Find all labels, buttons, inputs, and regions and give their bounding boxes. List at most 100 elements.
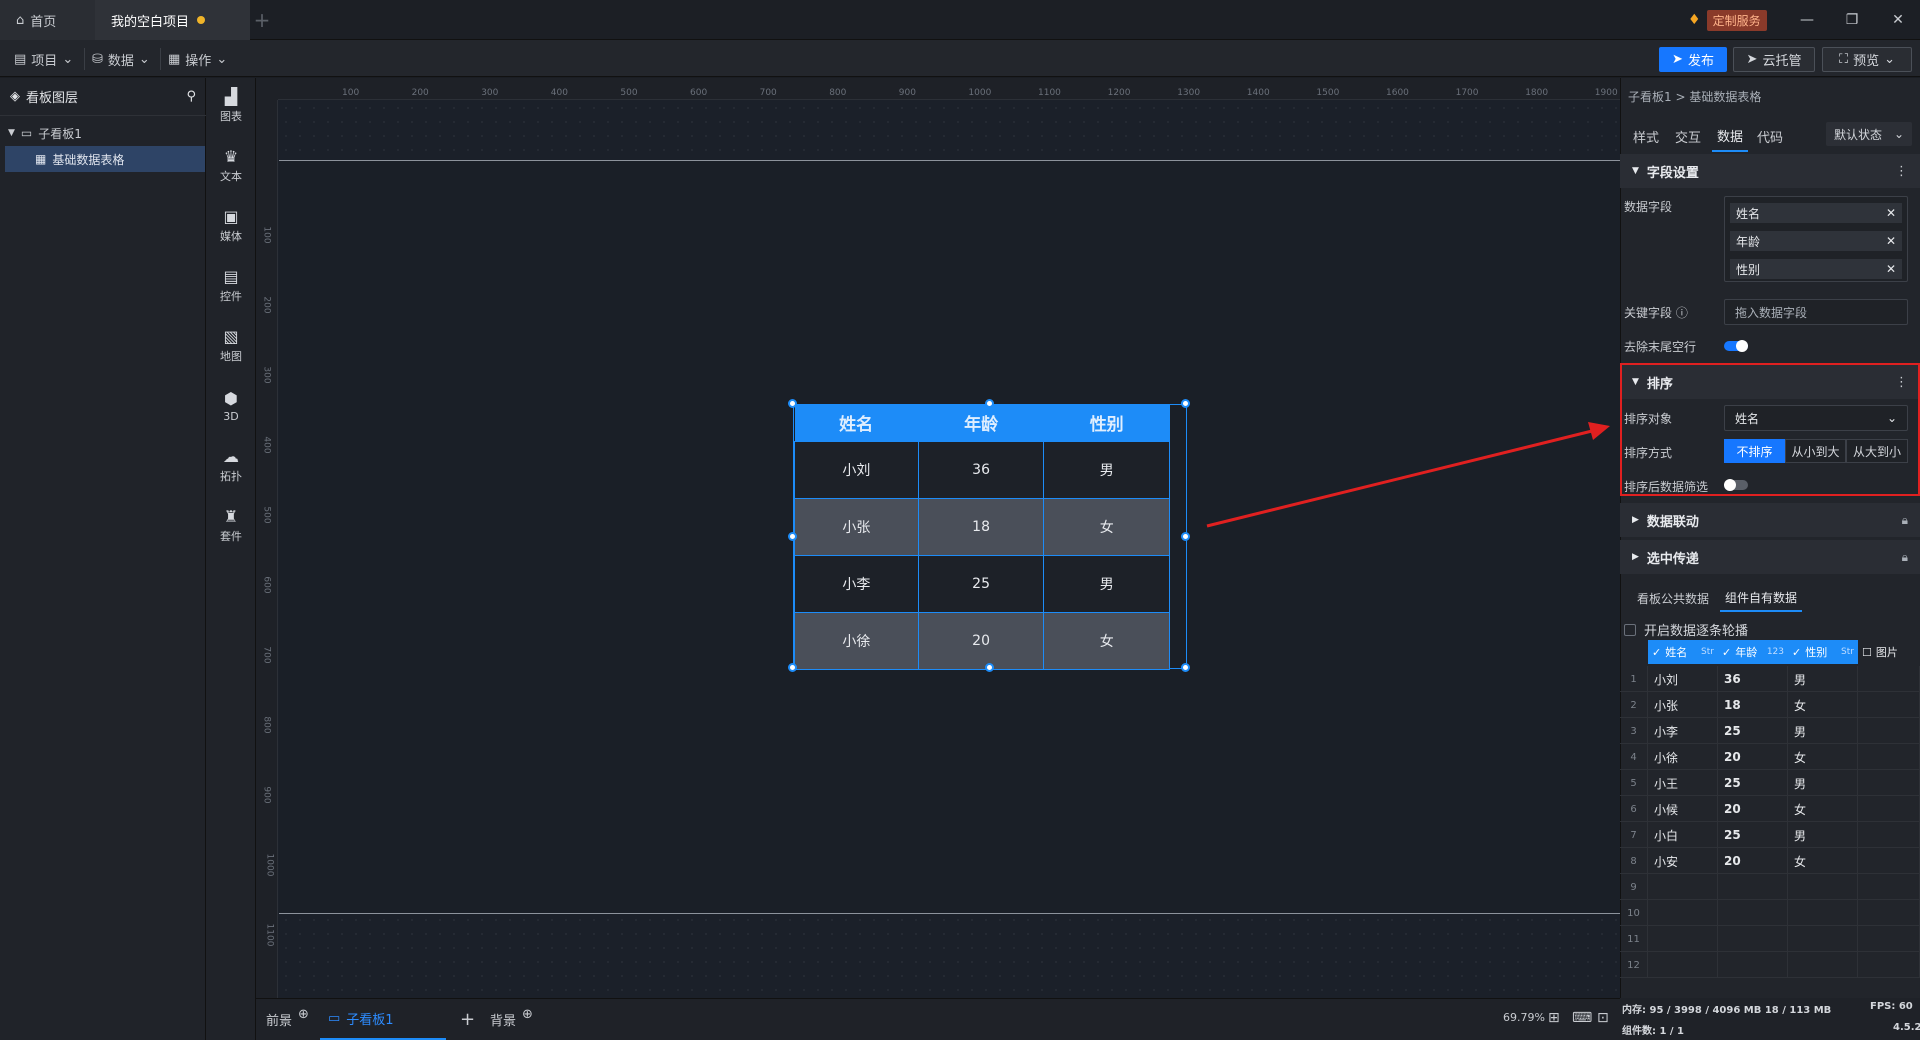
publish-button[interactable]: ➤ 发布	[1659, 47, 1727, 72]
grid-cell[interactable]	[1858, 926, 1920, 952]
add-board-icon[interactable]: +	[452, 998, 483, 1040]
remove-icon[interactable]: ✕	[1886, 262, 1896, 276]
grid-row[interactable]: 2 小张 18 女	[1620, 692, 1920, 718]
trim-tail-toggle[interactable]	[1724, 340, 1748, 352]
close-icon[interactable]: ✕	[1886, 8, 1910, 32]
add-circle-icon[interactable]: ⊕	[298, 1007, 309, 1022]
field-chip[interactable]: 姓名 ✕	[1730, 203, 1902, 223]
tab-foreground[interactable]: 前景 ⊕	[258, 998, 317, 1040]
grid-cell[interactable]	[1648, 926, 1718, 952]
grid-cell[interactable]	[1858, 770, 1920, 796]
check-icon[interactable]: ✓	[1792, 646, 1801, 659]
grid-column-header[interactable]: ✓ 年龄 123	[1718, 640, 1788, 664]
menu-data[interactable]: ⛁ 数据 ⌄	[92, 49, 150, 69]
grid-cell[interactable]: 男	[1788, 822, 1858, 848]
layer-item-board[interactable]: ▼ ▭ 子看板1	[0, 120, 206, 146]
terminal-icon[interactable]: ⊡	[1597, 1010, 1609, 1026]
tab-interaction[interactable]: 交互	[1670, 120, 1706, 152]
grid-row[interactable]: 3 小李 25 男	[1620, 718, 1920, 744]
grid-cell[interactable]: 25	[1718, 822, 1788, 848]
grid-cell[interactable]	[1648, 874, 1718, 900]
tab-own-data[interactable]: 组件自有数据	[1720, 584, 1802, 612]
grid-cell[interactable]: 女	[1788, 848, 1858, 874]
grid-cell[interactable]: 男	[1788, 770, 1858, 796]
cloud-hosting-button[interactable]: ➤ 云托管	[1733, 47, 1815, 72]
resize-handle[interactable]	[1181, 399, 1190, 408]
grid-row[interactable]: 7 小白 25 男	[1620, 822, 1920, 848]
grid-cell[interactable]: 小白	[1648, 822, 1718, 848]
grid-column-header[interactable]: ✓ 姓名 Str	[1648, 640, 1718, 664]
grid-cell[interactable]: 小李	[1648, 718, 1718, 744]
check-icon[interactable]: ✓	[1652, 646, 1661, 659]
table-row[interactable]: 小张 18 女	[794, 497, 1170, 556]
grid-cell[interactable]: 小候	[1648, 796, 1718, 822]
rail-item[interactable]: ▧ 地图	[206, 320, 256, 372]
grid-row[interactable]: 6 小候 20 女	[1620, 796, 1920, 822]
rail-item[interactable]: ♜ 套件	[206, 500, 256, 552]
grid-row[interactable]: 5 小王 25 男	[1620, 770, 1920, 796]
linkage-header[interactable]: ▶ 数据联动 🔒︎	[1620, 503, 1920, 537]
resize-handle[interactable]	[788, 532, 797, 541]
zoom-level[interactable]: 69.79%	[1503, 1011, 1545, 1024]
rail-item[interactable]: ♛ 文本	[206, 140, 256, 192]
tab-background[interactable]: 背景 ⊕	[482, 998, 541, 1040]
grid-row[interactable]: 1 小刘 36 男	[1620, 666, 1920, 692]
grid-cell[interactable]	[1858, 900, 1920, 926]
carousel-option[interactable]: 开启数据逐条轮播	[1624, 620, 1748, 639]
grid-row[interactable]: 12	[1620, 952, 1920, 978]
grid-cell[interactable]	[1648, 952, 1718, 978]
tab-code[interactable]: 代码	[1752, 120, 1788, 152]
grid-cell[interactable]: 小王	[1648, 770, 1718, 796]
more-icon[interactable]: ⋮	[1895, 164, 1908, 179]
preview-button[interactable]: ⛶ 预览 ⌄	[1822, 47, 1912, 72]
resize-handle[interactable]	[985, 399, 994, 408]
grid-row[interactable]: 4 小徐 20 女	[1620, 744, 1920, 770]
grid-cell[interactable]: 18	[1718, 692, 1788, 718]
grid-cell[interactable]: 女	[1788, 744, 1858, 770]
rail-item[interactable]: ▟ 图表	[206, 80, 256, 132]
resize-handle[interactable]	[985, 663, 994, 672]
field-chip[interactable]: 性别 ✕	[1730, 259, 1902, 279]
grid-cell[interactable]	[1858, 718, 1920, 744]
grid-cell[interactable]: 男	[1788, 718, 1858, 744]
tab-project[interactable]: 我的空白项目	[95, 0, 250, 40]
basic-data-table-widget[interactable]: 姓名 年龄 性别 小刘 36 男小张 18 女小李 25 男小徐 20 女	[788, 399, 1190, 672]
grid-cell[interactable]: 女	[1788, 692, 1858, 718]
grid-row[interactable]: 8 小安 20 女	[1620, 848, 1920, 874]
grid-cell[interactable]	[1858, 952, 1920, 978]
grid-cell[interactable]	[1788, 926, 1858, 952]
grid-cell[interactable]	[1788, 874, 1858, 900]
grid-row[interactable]: 9	[1620, 874, 1920, 900]
tab-home[interactable]: ⌂ 首页	[0, 0, 95, 40]
custom-service-button[interactable]: ♦ 定制服务	[1688, 9, 1767, 31]
tab-public-data[interactable]: 看板公共数据	[1632, 584, 1714, 612]
layer-item-table[interactable]: ▦ 基础数据表格	[5, 146, 205, 172]
grid-cell[interactable]: 20	[1718, 848, 1788, 874]
grid-cell[interactable]	[1858, 874, 1920, 900]
resize-handle[interactable]	[788, 399, 797, 408]
keyboard-icon[interactable]: ⌨	[1572, 1010, 1592, 1026]
grid-cell[interactable]	[1858, 666, 1920, 692]
rail-item[interactable]: ⬢ 3D	[206, 380, 256, 432]
help-icon[interactable]: ⓘ	[1676, 306, 1688, 320]
table-row[interactable]: 小刘 36 男	[794, 440, 1170, 499]
remove-icon[interactable]: ✕	[1886, 234, 1896, 248]
grid-cell[interactable]: 20	[1718, 744, 1788, 770]
grid-cell[interactable]	[1718, 952, 1788, 978]
rail-item[interactable]: ☁ 拓扑	[206, 440, 256, 492]
table-row[interactable]: 小徐 20 女	[794, 611, 1170, 670]
checkbox[interactable]	[1624, 623, 1636, 636]
grid-cell[interactable]	[1858, 796, 1920, 822]
grid-cell[interactable]	[1858, 692, 1920, 718]
grid-cell[interactable]	[1788, 952, 1858, 978]
grid-cell[interactable]	[1858, 848, 1920, 874]
grid-cell[interactable]: 25	[1718, 770, 1788, 796]
check-icon[interactable]: ✓	[1722, 646, 1731, 659]
grid-cell[interactable]	[1648, 900, 1718, 926]
resize-handle[interactable]	[788, 663, 797, 672]
resize-handle[interactable]	[1181, 663, 1190, 672]
menu-project[interactable]: ▤ 项目 ⌄	[14, 49, 73, 69]
grid-cell[interactable]	[1718, 926, 1788, 952]
fit-screen-icon[interactable]: ⊞	[1548, 1010, 1560, 1026]
grid-cell[interactable]	[1858, 744, 1920, 770]
